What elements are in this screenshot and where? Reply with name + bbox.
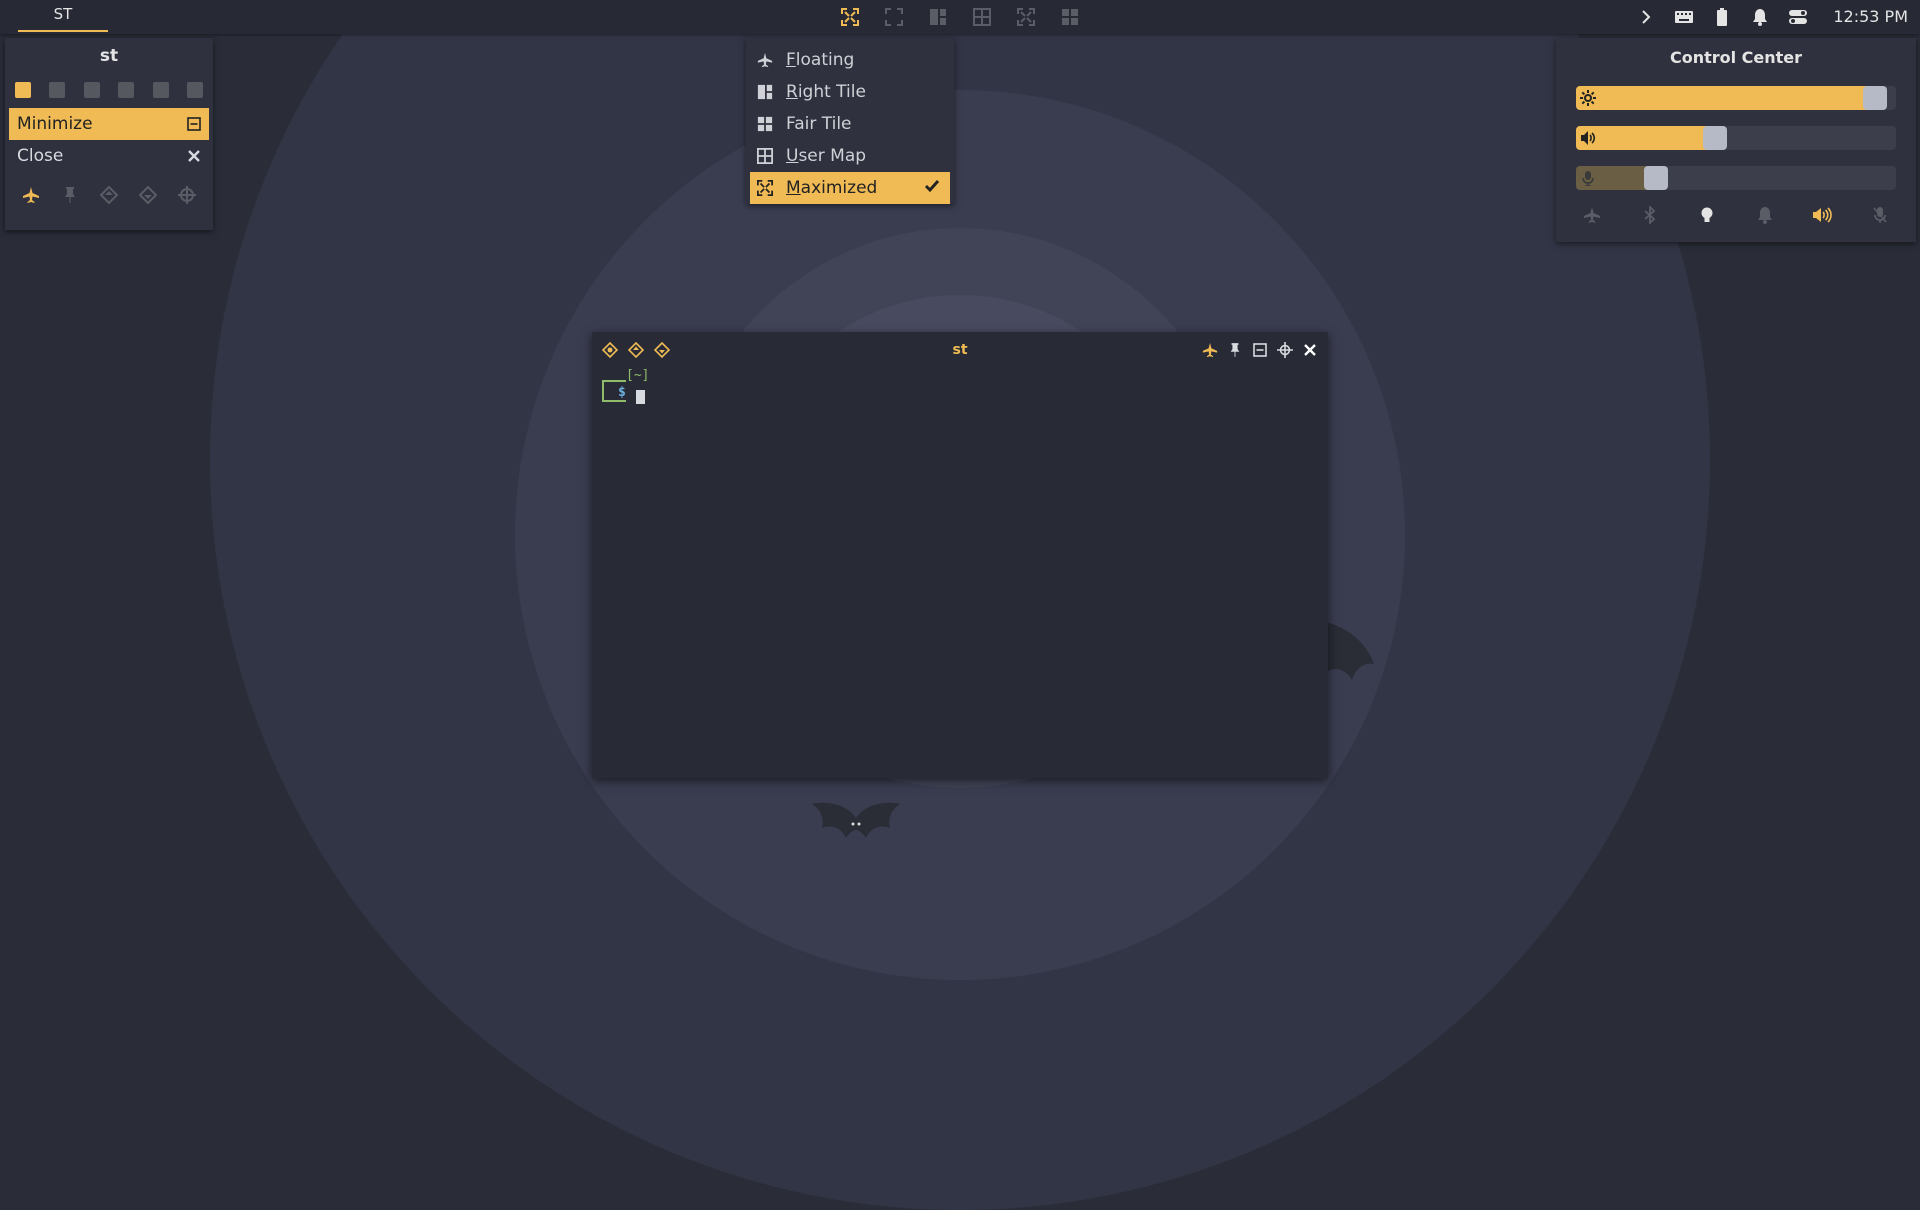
clock[interactable]: 12:53 PM: [1833, 0, 1908, 34]
control-center: Control Center: [1556, 38, 1916, 242]
volume-fill: [1576, 126, 1715, 150]
floating-icon[interactable]: [1200, 340, 1220, 360]
below-icon[interactable]: [137, 184, 159, 206]
tag-list: [5, 82, 213, 98]
maximized-alt-icon[interactable]: [1014, 5, 1038, 29]
layout-item-user-map[interactable]: User Map: [750, 140, 950, 172]
move-icon[interactable]: [1275, 340, 1295, 360]
bell-icon[interactable]: [1748, 5, 1772, 29]
layout-label-fair-tile: Fair Tile: [786, 114, 852, 134]
above-icon[interactable]: [98, 184, 120, 206]
sticky-icon[interactable]: [59, 184, 81, 206]
toggle-icon[interactable]: [1786, 5, 1810, 29]
light-icon[interactable]: [1696, 204, 1718, 226]
window-titlebar[interactable]: st: [592, 332, 1328, 368]
layout-menu: Floating Right Tile Fair Tile User Map M…: [746, 38, 954, 204]
brightness-fill: [1576, 86, 1875, 110]
volume-knob[interactable]: [1703, 126, 1727, 150]
fullscreen-layout-icon[interactable]: [882, 5, 906, 29]
layout-item-right-tile[interactable]: Right Tile: [750, 76, 950, 108]
microphone-icon: [1582, 171, 1594, 186]
layout-item-floating[interactable]: Floating: [750, 44, 950, 76]
minimize-menu-item[interactable]: Minimize: [9, 108, 209, 140]
brightness-slider[interactable]: [1576, 86, 1896, 110]
speaker-icon: [1581, 131, 1596, 145]
tag-2[interactable]: [49, 82, 66, 98]
brightness-icon: [1580, 90, 1596, 106]
move-icon[interactable]: [176, 184, 198, 206]
bluetooth-icon[interactable]: [1639, 204, 1661, 226]
microphone-slider[interactable]: [1576, 166, 1896, 190]
layout-label-user-map: User Map: [786, 146, 867, 166]
notification-icon[interactable]: [1754, 204, 1776, 226]
system-tray: [1634, 5, 1810, 29]
maximized-layout-icon[interactable]: [838, 5, 862, 29]
titlebar-right-buttons: [1200, 340, 1320, 360]
floating-icon: [755, 50, 775, 70]
control-center-title: Control Center: [1669, 48, 1803, 67]
layout-switcher: [838, 5, 1082, 29]
minimize-icon[interactable]: [1250, 340, 1270, 360]
prompt-symbol: $: [618, 385, 626, 400]
layout-item-maximized[interactable]: Maximized: [750, 172, 950, 204]
pin-icon[interactable]: [1225, 340, 1245, 360]
layout-item-fair-tile[interactable]: Fair Tile: [750, 108, 950, 140]
fair-tile-icon: [755, 114, 775, 134]
top-bar: ST 12:53 PM: [0, 0, 1920, 34]
mic-off-icon[interactable]: [1869, 204, 1891, 226]
layout-label-right-tile: Right Tile: [786, 82, 866, 102]
right-tile-icon[interactable]: [926, 5, 950, 29]
maximized-icon: [755, 178, 775, 198]
tag-6[interactable]: [186, 82, 203, 98]
minimize-label: Minimize: [17, 114, 93, 134]
quick-toggles: [1556, 204, 1916, 226]
battery-icon[interactable]: [1710, 5, 1734, 29]
keyboard-icon[interactable]: [1672, 5, 1696, 29]
close-icon[interactable]: [1300, 340, 1320, 360]
microphone-knob[interactable]: [1644, 166, 1668, 190]
close-icon: [187, 140, 201, 172]
prompt-directory: [~]: [626, 368, 650, 383]
brightness-knob[interactable]: [1863, 86, 1887, 110]
client-title: st: [99, 46, 119, 66]
task-tab-st[interactable]: ST: [18, 0, 108, 32]
tag-1[interactable]: [15, 82, 31, 98]
airplane-icon[interactable]: [1581, 204, 1603, 226]
minimize-icon: [187, 108, 201, 140]
tag-5[interactable]: [152, 82, 169, 98]
terminal-window[interactable]: st [~] $: [592, 332, 1328, 778]
text-cursor: [636, 390, 645, 404]
fair-tile-icon[interactable]: [1058, 5, 1082, 29]
bat-icon: [812, 802, 900, 838]
layout-label-floating: Floating: [786, 50, 855, 70]
client-actions: [5, 184, 213, 206]
terminal-content[interactable]: [~] $: [592, 368, 1328, 404]
tag-4[interactable]: [118, 82, 135, 98]
right-tile-icon: [755, 82, 775, 102]
close-menu-item[interactable]: Close: [9, 140, 209, 172]
volume-icon[interactable]: [1811, 204, 1833, 226]
floating-icon[interactable]: [20, 184, 42, 206]
layout-label-maximized: Maximized: [786, 178, 878, 198]
chevron-right-icon[interactable]: [1634, 5, 1658, 29]
bat-wing-icon: [1326, 622, 1374, 680]
user-map-icon[interactable]: [970, 5, 994, 29]
checkmark-icon: [924, 178, 940, 199]
tag-3[interactable]: [83, 82, 100, 98]
user-map-icon: [755, 146, 775, 166]
client-menu: st Minimize Close: [5, 38, 213, 230]
close-label: Close: [17, 146, 64, 166]
volume-slider[interactable]: [1576, 126, 1896, 150]
